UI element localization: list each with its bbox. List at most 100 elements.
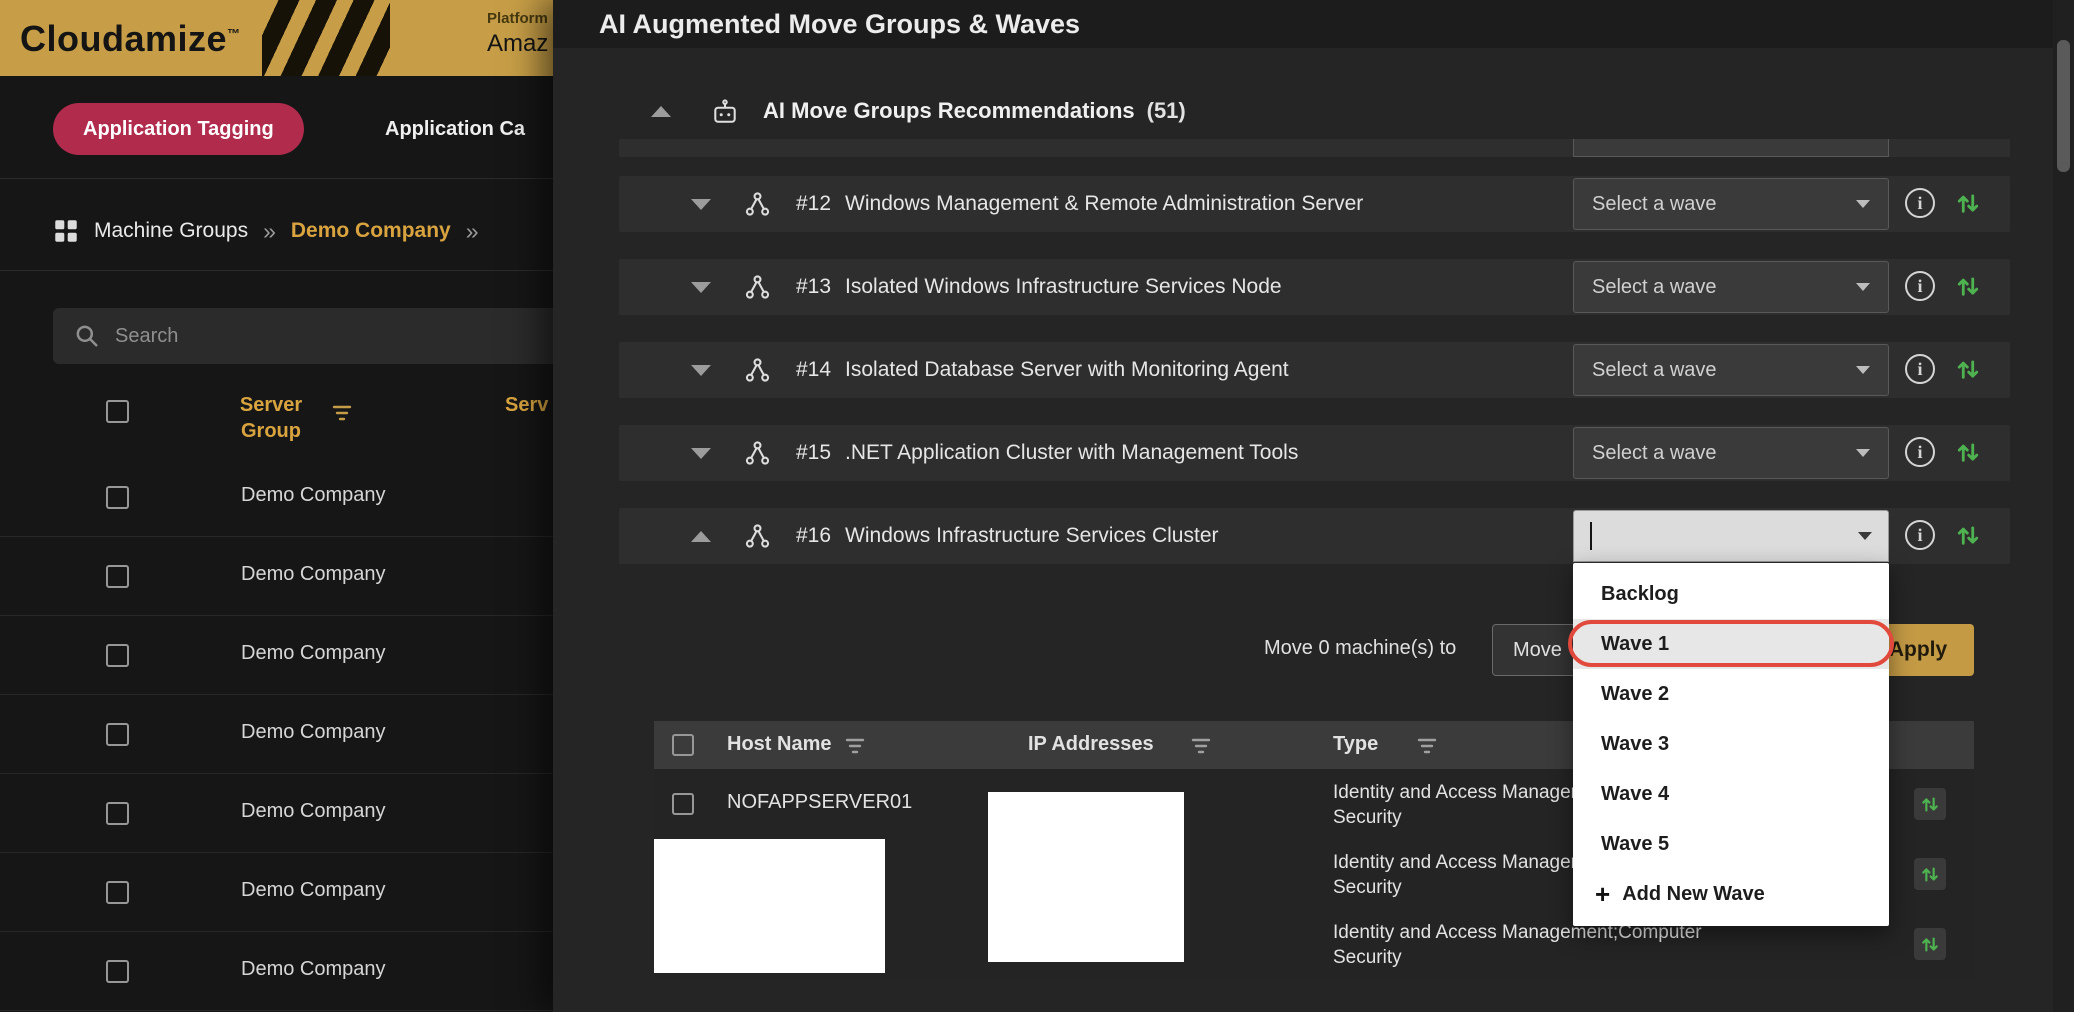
search-icon xyxy=(75,324,99,348)
wave-select-dropdown[interactable]: Select a wave xyxy=(1573,178,1889,230)
group-row-13[interactable]: #13 Isolated Windows Infrastructure Serv… xyxy=(619,259,2010,315)
swap-vertical-icon[interactable] xyxy=(1955,356,1981,382)
select-all-checkbox[interactable] xyxy=(106,400,129,423)
wave-option-wave-2[interactable]: Wave 2 xyxy=(1573,669,1889,719)
plus-icon: + xyxy=(1595,881,1610,907)
chevron-down-icon xyxy=(1856,366,1870,374)
trademark-symbol: ™ xyxy=(227,26,241,41)
swap-vertical-icon[interactable] xyxy=(1955,439,1981,465)
option-label: Wave 2 xyxy=(1601,683,1669,706)
machine-type: Identity and Access Management;Computer … xyxy=(1333,920,1702,970)
option-label: Wave 1 xyxy=(1601,633,1669,656)
filter-icon[interactable] xyxy=(845,737,865,755)
swap-icon-button[interactable] xyxy=(1914,928,1946,960)
app-header: Cloudamize™ Platform Amaz xyxy=(0,0,553,76)
wave-dropdown-menu: Backlog Wave 1 Wave 2 Wave 3 Wave 4 Wave… xyxy=(1573,563,1889,926)
table-row[interactable]: Demo Company xyxy=(0,616,553,695)
wave-option-wave-5[interactable]: Wave 5 xyxy=(1573,819,1889,869)
row-label: Demo Company xyxy=(241,800,386,823)
wave-option-wave-4[interactable]: Wave 4 xyxy=(1573,769,1889,819)
column-partial: Serv xyxy=(505,394,548,417)
option-label: Backlog xyxy=(1601,583,1679,606)
group-row-14[interactable]: #14 Isolated Database Server with Monito… xyxy=(619,342,2010,398)
select-all-checkbox[interactable] xyxy=(672,734,694,756)
info-icon[interactable]: i xyxy=(1905,437,1935,467)
info-icon[interactable]: i xyxy=(1905,520,1935,550)
group-id: #14 xyxy=(796,358,831,382)
group-row-15[interactable]: #15 .NET Application Cluster with Manage… xyxy=(619,425,2010,481)
chevron-down-icon xyxy=(1856,200,1870,208)
chevron-down-icon xyxy=(1856,449,1870,457)
wave-select-value: Select a wave xyxy=(1592,276,1717,299)
wave-option-wave-3[interactable]: Wave 3 xyxy=(1573,719,1889,769)
partial-group-row xyxy=(619,139,2010,157)
expand-icon[interactable] xyxy=(691,199,711,210)
table-row[interactable]: Demo Company xyxy=(0,537,553,616)
move-count-label: Move 0 machine(s) to xyxy=(1264,637,1456,660)
column-type: Type xyxy=(1333,733,1378,756)
filter-icon[interactable] xyxy=(1191,737,1211,755)
group-row-16-expanded[interactable]: #16 Windows Infrastructure Services Clus… xyxy=(619,508,2010,564)
expand-icon[interactable] xyxy=(691,282,711,293)
info-icon[interactable]: i xyxy=(1905,354,1935,384)
table-row[interactable]: Demo Company xyxy=(0,695,553,774)
panel-title: AI Augmented Move Groups & Waves xyxy=(599,9,1080,40)
wave-select-dropdown[interactable]: Select a wave xyxy=(1573,261,1889,313)
wave-option-wave-1[interactable]: Wave 1 xyxy=(1573,619,1889,669)
swap-vertical-icon xyxy=(1920,794,1940,814)
info-icon[interactable]: i xyxy=(1905,188,1935,218)
column-server-group: Server Group xyxy=(221,392,321,444)
wave-select-dropdown[interactable]: Select a wave xyxy=(1573,427,1889,479)
move-group-cluster-icon xyxy=(745,275,770,299)
expand-icon[interactable] xyxy=(691,448,711,459)
table-row[interactable]: Demo Company xyxy=(0,932,553,1011)
filter-icon[interactable] xyxy=(332,404,352,422)
add-new-wave-option[interactable]: + Add New Wave xyxy=(1573,869,1889,919)
breadcrumb-demo-company[interactable]: Demo Company xyxy=(291,219,451,243)
row-label: Demo Company xyxy=(241,563,386,586)
group-name: Isolated Windows Infrastructure Services… xyxy=(845,275,1282,299)
filter-icon[interactable] xyxy=(1417,737,1437,755)
ai-move-groups-panel: AI Augmented Move Groups & Waves AI Move… xyxy=(553,0,2053,1012)
row-checkbox[interactable] xyxy=(106,723,129,746)
redaction-overlay xyxy=(654,839,885,973)
tab-application-categorization[interactable]: Application Ca xyxy=(385,118,525,141)
table-row[interactable]: Demo Company xyxy=(0,853,553,932)
move-group-cluster-icon xyxy=(745,524,770,548)
row-label: Demo Company xyxy=(241,484,386,507)
table-row[interactable]: Demo Company xyxy=(0,774,553,853)
wave-option-backlog[interactable]: Backlog xyxy=(1573,569,1889,619)
swap-vertical-icon[interactable] xyxy=(1955,273,1981,299)
panel-titlebar: AI Augmented Move Groups & Waves xyxy=(553,0,2053,48)
wave-combobox-open[interactable] xyxy=(1573,510,1889,562)
row-checkbox[interactable] xyxy=(106,881,129,904)
tab-application-tagging[interactable]: Application Tagging xyxy=(53,103,304,155)
row-checkbox[interactable] xyxy=(106,960,129,983)
scrollbar-thumb[interactable] xyxy=(2057,40,2070,172)
collapse-icon[interactable] xyxy=(691,531,711,542)
table-row[interactable]: Demo Company xyxy=(0,458,553,537)
server-group-rows: Demo Company Demo Company Demo Company D… xyxy=(0,458,553,1012)
swap-vertical-icon[interactable] xyxy=(1955,522,1981,548)
row-checkbox[interactable] xyxy=(106,565,129,588)
info-icon[interactable]: i xyxy=(1905,271,1935,301)
row-checkbox[interactable] xyxy=(106,486,129,509)
swap-icon-button[interactable] xyxy=(1914,788,1946,820)
search-field[interactable] xyxy=(115,325,515,348)
row-checkbox[interactable] xyxy=(672,793,694,815)
search-input[interactable] xyxy=(53,308,553,364)
row-label: Demo Company xyxy=(241,879,386,902)
option-label: Add New Wave xyxy=(1622,883,1765,906)
swap-icon-button[interactable] xyxy=(1914,858,1946,890)
group-row-12[interactable]: #12 Windows Management & Remote Administ… xyxy=(619,176,2010,232)
row-checkbox[interactable] xyxy=(106,644,129,667)
move-group-cluster-icon xyxy=(745,441,770,465)
collapse-icon[interactable] xyxy=(651,106,671,117)
row-label: Demo Company xyxy=(241,642,386,665)
breadcrumb-machine-groups[interactable]: Machine Groups xyxy=(94,219,248,243)
swap-vertical-icon[interactable] xyxy=(1955,190,1981,216)
row-checkbox[interactable] xyxy=(106,802,129,825)
wave-select-dropdown[interactable]: Select a wave xyxy=(1573,344,1889,396)
group-name: Windows Management & Remote Administrati… xyxy=(845,192,1363,216)
expand-icon[interactable] xyxy=(691,365,711,376)
